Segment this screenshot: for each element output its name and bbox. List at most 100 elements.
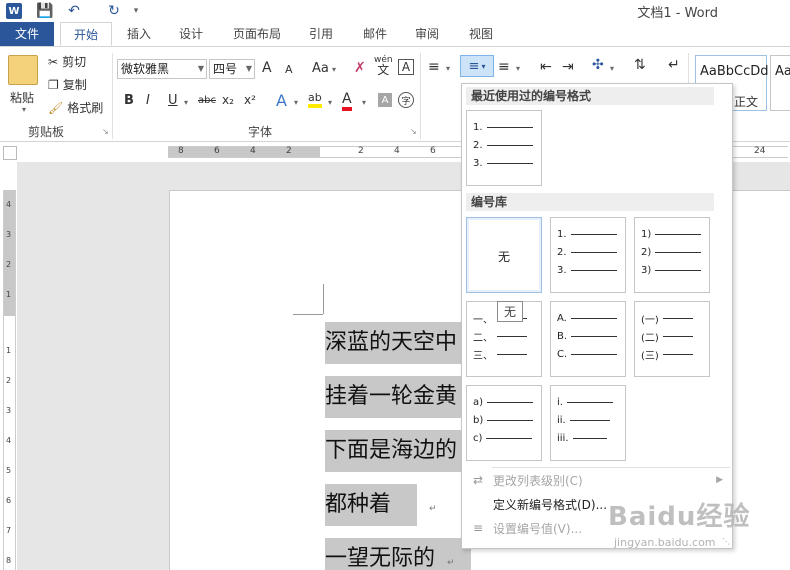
font-size-combo[interactable]: 四号 ▼	[209, 59, 255, 79]
ruler-tick-label: 7	[6, 526, 12, 535]
change-case-button[interactable]: Aa	[312, 61, 329, 76]
clipboard-group-label: 剪贴板	[28, 125, 65, 139]
format-arabic-dot[interactable]: 1. 2. 3.	[550, 217, 626, 293]
tab-insert[interactable]: 插入	[118, 22, 160, 46]
list-marker: 2.	[557, 246, 567, 258]
tab-selector[interactable]	[3, 146, 17, 160]
cut-button[interactable]: ✂ 剪切	[48, 53, 86, 70]
format-lower-roman[interactable]: i. ii. iii.	[550, 385, 626, 461]
chevron-right-icon: ▶	[716, 475, 723, 485]
asian-layout-icon[interactable]: ✣	[592, 57, 604, 73]
format-lower-alpha[interactable]: a) b) c)	[466, 385, 542, 461]
shrink-font-button[interactable]: A	[285, 63, 293, 76]
document-line[interactable]: 下面是海边的	[325, 430, 465, 472]
list-marker: (一)	[641, 314, 659, 326]
crop-mark	[293, 314, 323, 315]
text-effects-button[interactable]: A	[276, 91, 287, 110]
line-text: 挂着一轮金黄	[325, 384, 458, 409]
watermark-url: jingyan.baidu.com	[614, 536, 716, 549]
ruler-tick-label: 4	[6, 436, 12, 445]
customize-icon[interactable]: ▾	[130, 2, 142, 20]
phonetic-guide-button[interactable]: wén 文	[374, 55, 393, 76]
numbering-icon: ≡	[468, 58, 480, 74]
char-shading-button[interactable]: A	[378, 93, 392, 107]
redo-icon[interactable]: ↻	[104, 2, 124, 20]
grow-font-button[interactable]: A	[262, 60, 272, 76]
document-line[interactable]: 深蓝的天空中	[325, 322, 465, 364]
tab-view[interactable]: 视图	[460, 22, 502, 46]
subscript-button[interactable]: x₂	[222, 93, 234, 107]
chevron-down-icon: ▾	[362, 98, 367, 107]
crop-mark	[323, 284, 324, 314]
chevron-down-icon: ▾	[332, 65, 337, 74]
font-size-value: 四号	[213, 62, 238, 76]
vertical-ruler[interactable]: 4 3 2 1 1 2 3 4 5 6 7 8	[3, 190, 16, 570]
ruler-tick-label: 8	[6, 556, 12, 565]
copy-button[interactable]: ❐ 复制	[48, 76, 87, 93]
tab-design[interactable]: 设计	[170, 22, 212, 46]
tooltip: 无	[497, 301, 524, 322]
bullets-icon[interactable]: ≡	[428, 59, 440, 75]
numbering-button[interactable]: ≡ ▾	[460, 55, 494, 77]
list-marker: b)	[473, 414, 484, 426]
strikethrough-button[interactable]: abc	[198, 95, 216, 106]
ruler-tick-label: 6	[214, 146, 220, 156]
document-line[interactable]: 一望无际的 ↵	[325, 538, 471, 570]
underline-button[interactable]: U	[168, 93, 178, 108]
highlight-button[interactable]: ab	[308, 91, 322, 108]
list-marker: c)	[473, 432, 483, 444]
format-none[interactable]: 无	[466, 217, 542, 293]
tab-layout[interactable]: 页面布局	[224, 22, 290, 46]
dialog-launcher-icon[interactable]: ↘	[410, 127, 417, 136]
tab-references[interactable]: 引用	[300, 22, 342, 46]
chevron-down-icon: ▾	[516, 64, 521, 73]
format-arabic-paren[interactable]: 1) 2) 3)	[634, 217, 710, 293]
document-line[interactable]: 挂着一轮金黄	[325, 376, 465, 418]
decrease-indent-icon[interactable]: ⇤	[540, 59, 552, 75]
list-marker: iii.	[557, 432, 569, 444]
format-chinese-paren[interactable]: (一) (二) (三)	[634, 301, 710, 377]
char-border-button[interactable]: A	[398, 59, 414, 75]
format-upper-alpha[interactable]: A. B. C.	[550, 301, 626, 377]
save-icon[interactable]: 💾	[36, 2, 54, 20]
undo-icon[interactable]: ↶	[62, 2, 86, 20]
window-title: 文档1 - Word	[637, 6, 718, 21]
list-marker: C.	[557, 348, 568, 360]
scissors-icon: ✂	[48, 54, 59, 69]
enclose-char-button[interactable]: 字	[398, 92, 414, 108]
set-value-icon: ≡	[472, 521, 484, 535]
ruler-tick-label: 3	[6, 230, 12, 239]
tab-mailings[interactable]: 邮件	[354, 22, 396, 46]
tab-home[interactable]: 开始	[60, 22, 112, 46]
multilevel-list-icon[interactable]: ≡	[498, 59, 510, 75]
line-text: 都种着	[325, 484, 418, 526]
show-marks-icon[interactable]: ↵	[668, 57, 680, 73]
list-marker: 1.	[557, 228, 567, 240]
tab-file[interactable]: 文件	[0, 22, 54, 46]
font-color-button[interactable]: A	[342, 91, 352, 111]
paste-dropdown-icon[interactable]: ▾	[22, 105, 26, 114]
dialog-launcher-icon[interactable]: ↘	[102, 127, 109, 136]
style-no-spacing[interactable]: AaBb	[770, 55, 790, 111]
document-line[interactable]: 都种着 ↵	[325, 484, 465, 526]
chevron-down-icon: ▾	[184, 98, 189, 107]
ruler-tick-label: 3	[6, 406, 12, 415]
recent-format-1[interactable]: 1. 2. 3.	[466, 110, 542, 186]
increase-indent-icon[interactable]: ⇥	[562, 59, 574, 75]
ruler-tick-label: 2	[6, 376, 12, 385]
change-list-level-item[interactable]: ⇄ 更改列表级别(C) ▶	[463, 468, 731, 492]
paste-icon[interactable]	[8, 55, 38, 85]
ruler-tick-label: 1	[6, 290, 12, 299]
tab-review[interactable]: 审阅	[406, 22, 448, 46]
paste-button[interactable]: 粘贴	[10, 89, 34, 106]
clear-format-icon[interactable]: ✗	[354, 60, 366, 76]
format-painter-label: 格式刷	[67, 101, 104, 115]
ruler-tick-label: 6	[430, 146, 436, 156]
bold-button[interactable]: B	[124, 93, 134, 108]
format-painter-button[interactable]: 🖌 格式刷	[48, 99, 103, 116]
superscript-button[interactable]: x²	[244, 93, 256, 107]
font-name-combo[interactable]: 微软雅黑 ▼	[117, 59, 207, 79]
list-marker: 2.	[473, 139, 483, 151]
italic-button[interactable]: I	[146, 93, 150, 108]
sort-icon[interactable]: ⇅	[634, 57, 646, 73]
